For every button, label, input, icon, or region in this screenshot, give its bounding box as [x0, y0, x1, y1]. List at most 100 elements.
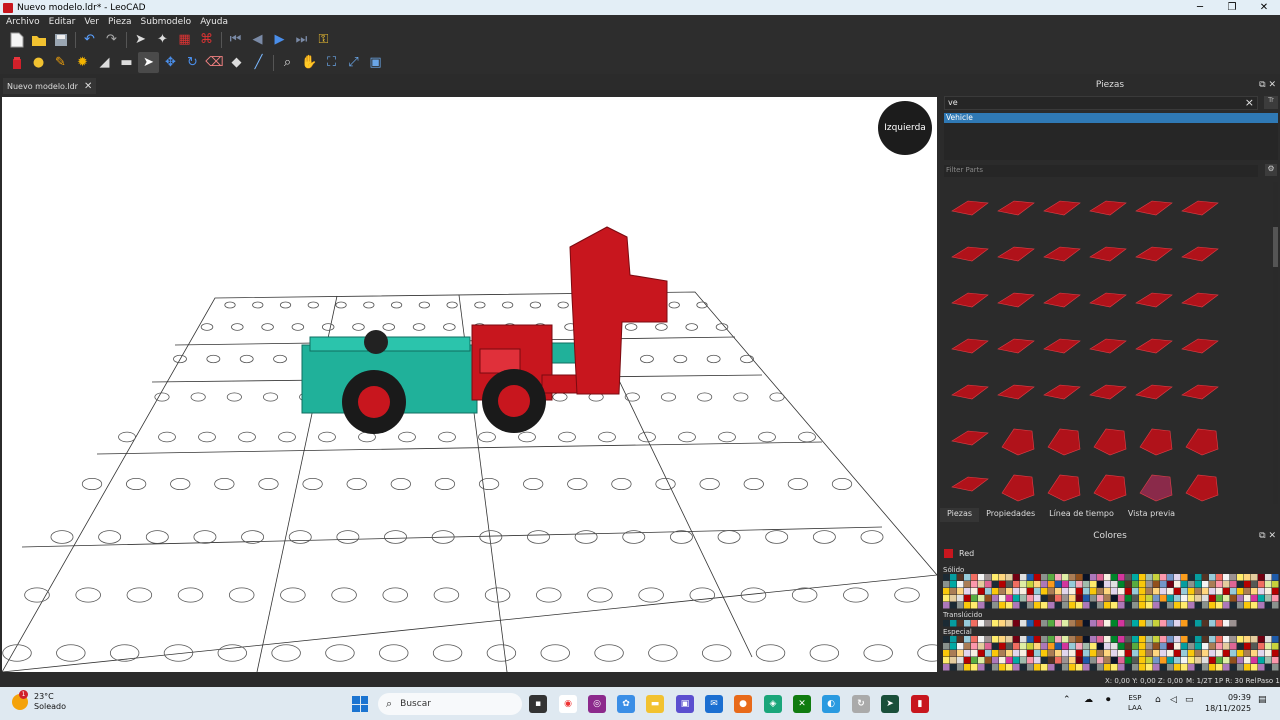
color-swatch[interactable]	[1216, 588, 1223, 595]
color-swatch[interactable]	[1244, 595, 1251, 602]
color-swatch[interactable]	[943, 588, 950, 595]
color-swatch[interactable]	[964, 574, 971, 581]
color-swatch[interactable]	[943, 620, 950, 627]
color-swatch[interactable]	[950, 664, 957, 671]
spotlight-icon[interactable]: ✎	[50, 52, 71, 73]
color-swatch[interactable]	[1146, 588, 1153, 595]
color-swatch[interactable]	[1258, 650, 1265, 657]
color-swatch[interactable]	[1118, 636, 1125, 643]
select-cursor-icon[interactable]: ➤	[130, 29, 151, 50]
color-swatch[interactable]	[1188, 602, 1195, 609]
volume-icon[interactable]: ◁	[1170, 695, 1177, 705]
save-icon[interactable]	[50, 29, 71, 50]
part-thumbnail[interactable]	[1089, 338, 1127, 354]
color-swatch[interactable]	[1181, 664, 1188, 671]
color-swatch[interactable]	[1251, 602, 1258, 609]
color-swatch[interactable]	[978, 602, 985, 609]
part-thumbnail[interactable]	[1047, 428, 1081, 456]
part-thumbnail[interactable]	[1093, 428, 1127, 456]
part-thumbnail[interactable]	[1135, 246, 1173, 262]
color-swatch[interactable]	[1139, 664, 1146, 671]
color-swatch[interactable]	[1146, 581, 1153, 588]
color-swatch[interactable]	[1055, 664, 1062, 671]
color-swatch[interactable]	[1195, 620, 1202, 627]
part-thumbnail[interactable]	[997, 384, 1035, 400]
color-swatch[interactable]	[1006, 602, 1013, 609]
color-swatch[interactable]	[1174, 643, 1181, 650]
color-swatch[interactable]	[985, 581, 992, 588]
color-swatch[interactable]	[971, 657, 978, 664]
color-swatch[interactable]	[1153, 664, 1160, 671]
color-swatch[interactable]	[1230, 574, 1237, 581]
color-swatch[interactable]	[1146, 620, 1153, 627]
color-swatch[interactable]	[964, 657, 971, 664]
clear-search-icon[interactable]: ×	[1245, 96, 1254, 109]
color-swatch[interactable]	[1048, 650, 1055, 657]
color-swatch[interactable]	[964, 650, 971, 657]
color-swatch[interactable]	[1055, 657, 1062, 664]
color-swatch[interactable]	[1062, 657, 1069, 664]
color-swatch[interactable]	[1062, 595, 1069, 602]
color-swatch[interactable]	[1244, 643, 1251, 650]
color-swatch[interactable]	[1202, 581, 1209, 588]
color-swatch[interactable]	[1251, 636, 1258, 643]
color-swatch[interactable]	[1153, 602, 1160, 609]
color-swatch[interactable]	[1013, 657, 1020, 664]
color-swatch[interactable]	[999, 620, 1006, 627]
color-swatch[interactable]	[1006, 664, 1013, 671]
color-swatch[interactable]	[964, 588, 971, 595]
color-swatch[interactable]	[1076, 643, 1083, 650]
color-swatch[interactable]	[1244, 602, 1251, 609]
firefox-icon[interactable]: ●	[734, 695, 752, 713]
color-swatch[interactable]	[1209, 620, 1216, 627]
color-swatch[interactable]	[1181, 620, 1188, 627]
color-swatch[interactable]	[985, 650, 992, 657]
color-swatch[interactable]	[1104, 643, 1111, 650]
color-swatch[interactable]	[992, 574, 999, 581]
color-swatch[interactable]	[1223, 650, 1230, 657]
color-swatch[interactable]	[1076, 581, 1083, 588]
color-swatch[interactable]	[1132, 643, 1139, 650]
search-mode-button[interactable]: Tr	[1264, 96, 1278, 109]
color-swatch[interactable]	[1062, 636, 1069, 643]
maximize-button[interactable]: ❐	[1216, 0, 1248, 15]
color-swatch[interactable]	[1020, 581, 1027, 588]
color-swatch[interactable]	[1223, 636, 1230, 643]
new-file-icon[interactable]	[6, 29, 27, 50]
color-swatch[interactable]	[1216, 620, 1223, 627]
part-thumbnail[interactable]	[1181, 200, 1219, 216]
color-swatch[interactable]	[1146, 636, 1153, 643]
color-swatch[interactable]	[1125, 588, 1132, 595]
color-swatch[interactable]	[1034, 620, 1041, 627]
color-swatch[interactable]	[1048, 664, 1055, 671]
color-swatch[interactable]	[1069, 620, 1076, 627]
color-swatch[interactable]	[1104, 581, 1111, 588]
part-thumbnail[interactable]	[1089, 200, 1127, 216]
color-swatch[interactable]	[1055, 588, 1062, 595]
color-swatch[interactable]	[1139, 602, 1146, 609]
color-swatch[interactable]	[1111, 650, 1118, 657]
color-swatch[interactable]	[1167, 574, 1174, 581]
color-swatch[interactable]	[1048, 581, 1055, 588]
color-swatch[interactable]	[1244, 581, 1251, 588]
zoom-fit-icon[interactable]: ▣	[365, 52, 386, 73]
color-swatch[interactable]	[1202, 650, 1209, 657]
color-swatch[interactable]	[943, 636, 950, 643]
color-swatch[interactable]	[1223, 581, 1230, 588]
color-swatch[interactable]	[1174, 595, 1181, 602]
color-swatch[interactable]	[1174, 588, 1181, 595]
color-swatch[interactable]	[978, 595, 985, 602]
color-swatch[interactable]	[1048, 595, 1055, 602]
color-swatch[interactable]	[1118, 595, 1125, 602]
color-swatch[interactable]	[1174, 650, 1181, 657]
color-swatch[interactable]	[1188, 620, 1195, 627]
color-swatch[interactable]	[1083, 574, 1090, 581]
color-swatch[interactable]	[1132, 657, 1139, 664]
color-swatch[interactable]	[1139, 650, 1146, 657]
color-swatch[interactable]	[1125, 650, 1132, 657]
color-swatch[interactable]	[1034, 636, 1041, 643]
color-swatch[interactable]	[1223, 588, 1230, 595]
chrome-icon[interactable]: ◉	[559, 695, 577, 713]
color-swatch[interactable]	[1055, 650, 1062, 657]
color-swatch[interactable]	[1258, 574, 1265, 581]
